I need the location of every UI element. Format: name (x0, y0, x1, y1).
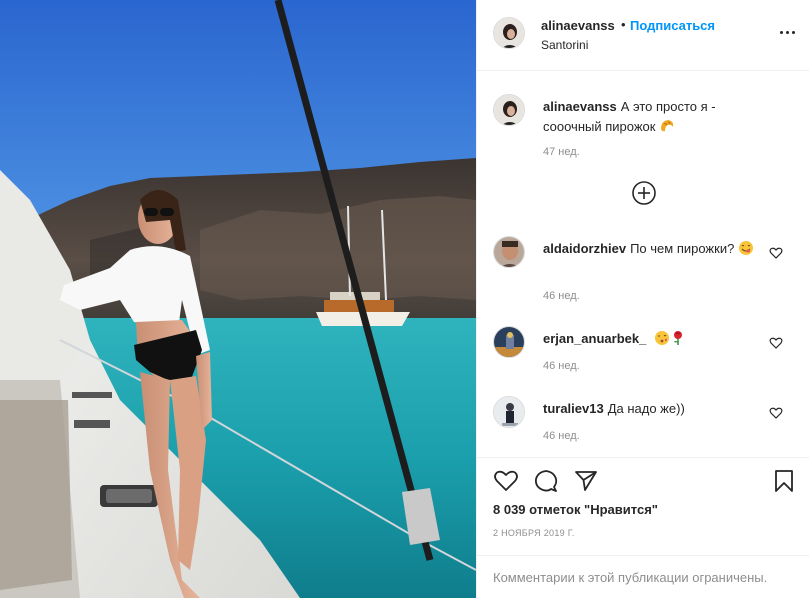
likes-count[interactable]: 8 039 отметок "Нравится" (493, 502, 658, 517)
comment-username[interactable]: turaliev13 (543, 401, 604, 416)
comment-text: turaliev13 Да надо же)) (543, 399, 763, 419)
comment-text: erjan_anuarbek_ (543, 329, 763, 349)
heart-icon[interactable] (493, 468, 519, 494)
croissant-emoji-icon (659, 118, 675, 134)
comment-time[interactable]: 47 нед. (543, 146, 580, 158)
post-location[interactable]: Santorini (541, 38, 588, 52)
comment-text: aldaidorzhiev По чем пирожки? (543, 239, 763, 259)
comment-time[interactable]: 46 нед. (543, 290, 580, 302)
kiss-emoji-icon (654, 330, 670, 346)
comment-body: Да надо же)) (607, 401, 685, 416)
photo-illustration (0, 0, 476, 598)
follow-button[interactable]: Подписаться (630, 18, 715, 33)
post-actions: 8 039 отметок "Нравится" 2 НОЯБРЯ 2019 Г… (477, 457, 809, 598)
bookmark-icon[interactable] (771, 468, 797, 494)
plus-circle-icon[interactable] (631, 180, 657, 206)
comment-heart-icon[interactable] (769, 336, 783, 350)
comment-body: По чем пирожки? (630, 241, 735, 256)
separator-dot: • (621, 17, 626, 32)
post-side-panel: alinaevanss • Подписаться Santorini alin… (476, 0, 809, 598)
comment-heart-icon[interactable] (769, 246, 783, 260)
comment-time[interactable]: 46 нед. (543, 430, 580, 442)
comments-restricted-notice: Комментарии к этой публикации ограничены… (477, 555, 809, 599)
commenter-avatar[interactable] (493, 326, 525, 358)
comment-icon[interactable] (533, 468, 559, 494)
instagram-post: alinaevanss • Подписаться Santorini alin… (0, 0, 809, 598)
comments-section: alinaevanss А это просто я - сооочный пир… (477, 72, 809, 456)
commenter-avatar[interactable] (493, 236, 525, 268)
post-photo[interactable] (0, 0, 476, 598)
comment-username[interactable]: erjan_anuarbek_ (543, 331, 646, 346)
commenter-avatar[interactable] (493, 396, 525, 428)
post-date[interactable]: 2 НОЯБРЯ 2019 Г. (493, 528, 575, 538)
comment-username[interactable]: alinaevanss (543, 99, 617, 114)
author-username[interactable]: alinaevanss (541, 18, 615, 33)
comment-time[interactable]: 46 нед. (543, 360, 580, 372)
post-header: alinaevanss • Подписаться Santorini (477, 0, 809, 71)
rose-emoji-icon (670, 330, 686, 346)
comment-username[interactable]: aldaidorzhiev (543, 241, 626, 256)
comment-heart-icon[interactable] (769, 406, 783, 420)
more-options-icon[interactable] (779, 24, 795, 40)
paper-plane-icon[interactable] (573, 468, 599, 494)
yum-emoji-icon (738, 240, 754, 256)
comment-text: alinaevanss А это просто я - сооочный пир… (543, 97, 763, 137)
author-avatar[interactable] (493, 94, 525, 126)
author-avatar[interactable] (493, 17, 525, 49)
